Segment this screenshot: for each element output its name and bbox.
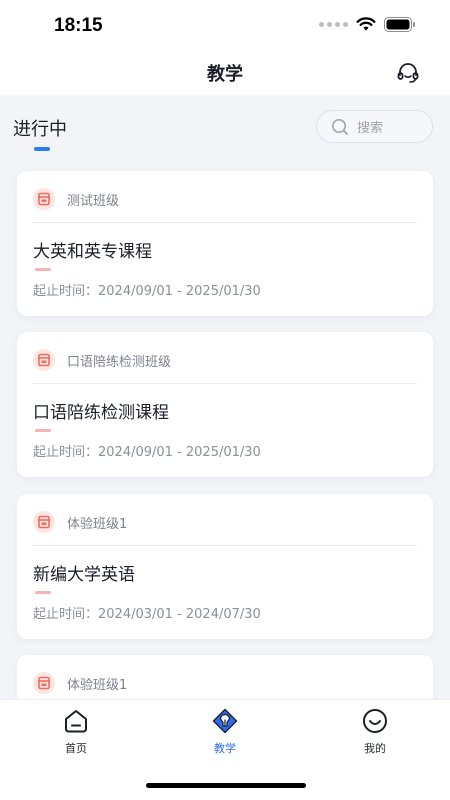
class-name: 测试班级 (67, 193, 120, 209)
course-list: 测试班级 大英和英专课程 起止时间：2024/09/01 - 2025/01/3… (0, 159, 450, 699)
status-bar: 18:15 (0, 0, 450, 50)
class-name: 口语陪练检测班级 (67, 354, 172, 370)
class-icon (33, 672, 55, 694)
nav-bar: 教学 (0, 50, 450, 95)
course-dates: 起止时间：2024/09/01 - 2025/01/30 (33, 284, 261, 299)
class-icon (33, 188, 55, 210)
tab-in-progress[interactable]: 进行中 (13, 115, 67, 141)
course-title: 大英和英专课程 (33, 242, 152, 262)
card-divider (33, 222, 417, 223)
tab-teaching-label: 教学 (214, 742, 236, 755)
headset-icon[interactable] (396, 61, 420, 85)
class-name: 体验班级1 (67, 677, 128, 693)
teaching-icon (212, 708, 238, 734)
tab-home[interactable]: 首页 (31, 708, 121, 756)
card-divider (33, 383, 417, 384)
page-title: 教学 (207, 64, 243, 85)
wifi-icon (356, 17, 376, 31)
title-accent (35, 429, 51, 432)
class-icon (33, 349, 55, 371)
profile-smile-icon (363, 709, 387, 733)
class-icon (33, 511, 55, 533)
title-accent (35, 591, 51, 594)
search-placeholder: 搜索 (357, 121, 384, 136)
card-divider (33, 545, 417, 546)
home-icon (65, 710, 87, 733)
filter-row: 进行中 搜索 (0, 95, 450, 159)
search-icon (332, 118, 348, 135)
course-card[interactable]: 测试班级 大英和英专课程 起止时间：2024/09/01 - 2025/01/3… (17, 171, 433, 316)
tab-teaching[interactable]: 教学 (180, 708, 270, 756)
course-card[interactable]: 口语陪练检测班级 口语陪练检测课程 起止时间：2024/09/01 - 2025… (17, 332, 433, 477)
home-indicator (146, 783, 306, 788)
class-row: 体验班级1 (33, 510, 127, 534)
course-card[interactable]: 体验班级1 新编大学英语 起止时间：2024/03/01 - 2024/07/3… (17, 494, 433, 639)
course-title: 口语陪练检测课程 (33, 403, 169, 423)
class-row: 口语陪练检测班级 (33, 348, 171, 372)
course-title: 新编大学英语 (33, 565, 135, 585)
tab-profile[interactable]: 我的 (330, 708, 420, 756)
course-dates: 起止时间：2024/09/01 - 2025/01/30 (33, 445, 261, 460)
class-row: 测试班级 (33, 187, 119, 211)
title-accent (35, 268, 51, 271)
class-name: 体验班级1 (67, 516, 128, 532)
cellular-signal-icon (319, 22, 348, 27)
tab-home-label: 首页 (65, 742, 87, 755)
battery-icon (384, 17, 415, 32)
class-row: 体验班级1 (33, 671, 127, 695)
status-icons (319, 17, 416, 32)
tab-active-indicator (34, 147, 50, 151)
course-dates: 起止时间：2024/03/01 - 2024/07/30 (33, 607, 261, 622)
status-time: 18:15 (54, 15, 103, 36)
course-card[interactable]: 体验班级1 (17, 655, 433, 699)
tab-profile-label: 我的 (364, 742, 386, 755)
search-input[interactable]: 搜索 (316, 110, 433, 143)
